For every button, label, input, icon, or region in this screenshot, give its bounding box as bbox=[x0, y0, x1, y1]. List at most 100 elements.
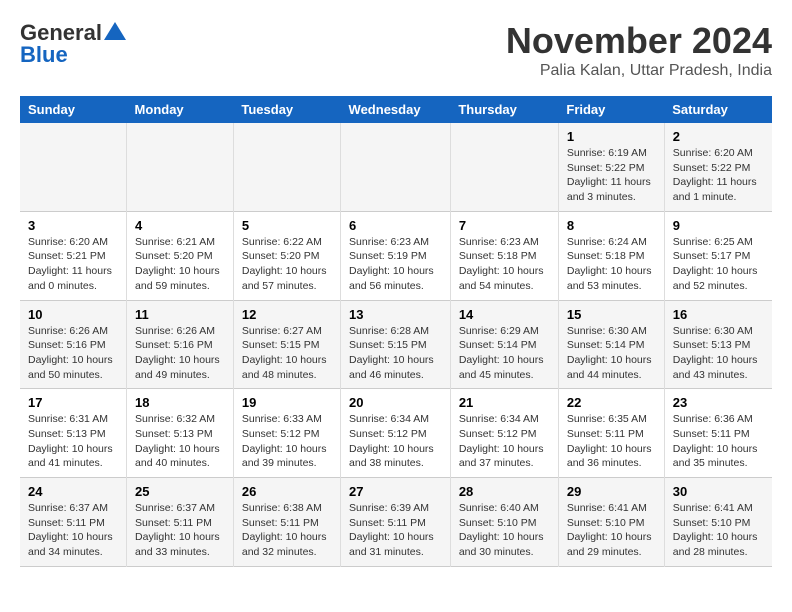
day-number: 12 bbox=[242, 307, 332, 322]
calendar-cell: 16 Sunrise: 6:30 AM Sunset: 5:13 PM Dayli… bbox=[664, 300, 772, 389]
header: General Blue November 2024 Palia Kalan, … bbox=[20, 20, 772, 80]
day-number: 1 bbox=[567, 129, 656, 144]
calendar-cell: 22 Sunrise: 6:35 AM Sunset: 5:11 PM Dayli… bbox=[558, 389, 664, 478]
weekday-header: Friday bbox=[558, 96, 664, 123]
weekday-header: Wednesday bbox=[341, 96, 451, 123]
day-info: Sunrise: 6:30 AM Sunset: 5:14 PM Dayligh… bbox=[567, 325, 652, 381]
day-number: 21 bbox=[459, 395, 550, 410]
day-number: 14 bbox=[459, 307, 550, 322]
logo-icon bbox=[104, 22, 126, 40]
calendar-cell: 29 Sunrise: 6:41 AM Sunset: 5:10 PM Dayli… bbox=[558, 478, 664, 567]
day-number: 27 bbox=[349, 484, 442, 499]
calendar-cell: 30 Sunrise: 6:41 AM Sunset: 5:10 PM Dayli… bbox=[664, 478, 772, 567]
day-number: 16 bbox=[673, 307, 764, 322]
day-number: 24 bbox=[28, 484, 118, 499]
calendar-cell: 21 Sunrise: 6:34 AM Sunset: 5:12 PM Dayli… bbox=[450, 389, 558, 478]
calendar-cell: 10 Sunrise: 6:26 AM Sunset: 5:16 PM Dayli… bbox=[20, 300, 127, 389]
day-number: 11 bbox=[135, 307, 225, 322]
day-info: Sunrise: 6:22 AM Sunset: 5:20 PM Dayligh… bbox=[242, 236, 327, 292]
weekday-header: Monday bbox=[127, 96, 234, 123]
calendar-cell bbox=[127, 123, 234, 211]
calendar-cell: 17 Sunrise: 6:31 AM Sunset: 5:13 PM Dayli… bbox=[20, 389, 127, 478]
day-info: Sunrise: 6:33 AM Sunset: 5:12 PM Dayligh… bbox=[242, 413, 327, 469]
day-number: 26 bbox=[242, 484, 332, 499]
title-section: November 2024 Palia Kalan, Uttar Pradesh… bbox=[506, 20, 772, 80]
day-info: Sunrise: 6:39 AM Sunset: 5:11 PM Dayligh… bbox=[349, 502, 434, 558]
day-info: Sunrise: 6:19 AM Sunset: 5:22 PM Dayligh… bbox=[567, 147, 651, 203]
calendar-cell bbox=[341, 123, 451, 211]
day-info: Sunrise: 6:25 AM Sunset: 5:17 PM Dayligh… bbox=[673, 236, 758, 292]
day-number: 3 bbox=[28, 218, 118, 233]
calendar-cell: 11 Sunrise: 6:26 AM Sunset: 5:16 PM Dayli… bbox=[127, 300, 234, 389]
day-info: Sunrise: 6:34 AM Sunset: 5:12 PM Dayligh… bbox=[459, 413, 544, 469]
day-number: 22 bbox=[567, 395, 656, 410]
day-info: Sunrise: 6:30 AM Sunset: 5:13 PM Dayligh… bbox=[673, 325, 758, 381]
day-info: Sunrise: 6:20 AM Sunset: 5:22 PM Dayligh… bbox=[673, 147, 757, 203]
logo: General Blue bbox=[20, 20, 126, 68]
calendar-cell: 8Sunrise: 6:24 AM Sunset: 5:18 PM Daylig… bbox=[558, 211, 664, 300]
weekday-header: Saturday bbox=[664, 96, 772, 123]
day-number: 29 bbox=[567, 484, 656, 499]
day-number: 8 bbox=[567, 218, 656, 233]
calendar-cell: 4 Sunrise: 6:21 AM Sunset: 5:20 PM Daylig… bbox=[127, 211, 234, 300]
weekday-header: Sunday bbox=[20, 96, 127, 123]
day-number: 5 bbox=[242, 218, 332, 233]
day-info: Sunrise: 6:41 AM Sunset: 5:10 PM Dayligh… bbox=[567, 502, 652, 558]
day-number: 25 bbox=[135, 484, 225, 499]
day-number: 2 bbox=[673, 129, 764, 144]
day-info: Sunrise: 6:27 AM Sunset: 5:15 PM Dayligh… bbox=[242, 325, 327, 381]
day-info: Sunrise: 6:21 AM Sunset: 5:20 PM Dayligh… bbox=[135, 236, 220, 292]
weekday-header: Tuesday bbox=[233, 96, 340, 123]
day-info: Sunrise: 6:41 AM Sunset: 5:10 PM Dayligh… bbox=[673, 502, 758, 558]
day-number: 30 bbox=[673, 484, 764, 499]
day-number: 7 bbox=[459, 218, 550, 233]
calendar-cell: 6Sunrise: 6:23 AM Sunset: 5:19 PM Daylig… bbox=[341, 211, 451, 300]
day-info: Sunrise: 6:23 AM Sunset: 5:19 PM Dayligh… bbox=[349, 236, 434, 292]
calendar-cell: 3 Sunrise: 6:20 AM Sunset: 5:21 PM Daylig… bbox=[20, 211, 127, 300]
calendar-cell: 20 Sunrise: 6:34 AM Sunset: 5:12 PM Dayli… bbox=[341, 389, 451, 478]
calendar-week-row: 17 Sunrise: 6:31 AM Sunset: 5:13 PM Dayli… bbox=[20, 389, 772, 478]
calendar-cell: 24 Sunrise: 6:37 AM Sunset: 5:11 PM Dayli… bbox=[20, 478, 127, 567]
calendar-cell: 27 Sunrise: 6:39 AM Sunset: 5:11 PM Dayli… bbox=[341, 478, 451, 567]
calendar-cell: 25Sunrise: 6:37 AM Sunset: 5:11 PM Dayli… bbox=[127, 478, 234, 567]
day-number: 9 bbox=[673, 218, 764, 233]
day-info: Sunrise: 6:29 AM Sunset: 5:14 PM Dayligh… bbox=[459, 325, 544, 381]
day-info: Sunrise: 6:31 AM Sunset: 5:13 PM Dayligh… bbox=[28, 413, 113, 469]
calendar-cell: 7 Sunrise: 6:23 AM Sunset: 5:18 PM Daylig… bbox=[450, 211, 558, 300]
day-info: Sunrise: 6:35 AM Sunset: 5:11 PM Dayligh… bbox=[567, 413, 652, 469]
calendar-header-row: SundayMondayTuesdayWednesdayThursdayFrid… bbox=[20, 96, 772, 123]
day-number: 17 bbox=[28, 395, 118, 410]
calendar-table: SundayMondayTuesdayWednesdayThursdayFrid… bbox=[20, 96, 772, 567]
day-number: 28 bbox=[459, 484, 550, 499]
day-info: Sunrise: 6:26 AM Sunset: 5:16 PM Dayligh… bbox=[28, 325, 113, 381]
calendar-cell: 12 Sunrise: 6:27 AM Sunset: 5:15 PM Dayli… bbox=[233, 300, 340, 389]
day-info: Sunrise: 6:37 AM Sunset: 5:11 PM Dayligh… bbox=[28, 502, 113, 558]
location-title: Palia Kalan, Uttar Pradesh, India bbox=[506, 62, 772, 80]
day-number: 10 bbox=[28, 307, 118, 322]
day-number: 20 bbox=[349, 395, 442, 410]
calendar-cell: 13 Sunrise: 6:28 AM Sunset: 5:15 PM Dayli… bbox=[341, 300, 451, 389]
calendar-cell: 23Sunrise: 6:36 AM Sunset: 5:11 PM Dayli… bbox=[664, 389, 772, 478]
day-info: Sunrise: 6:40 AM Sunset: 5:10 PM Dayligh… bbox=[459, 502, 544, 558]
calendar-cell: 19Sunrise: 6:33 AM Sunset: 5:12 PM Dayli… bbox=[233, 389, 340, 478]
day-info: Sunrise: 6:28 AM Sunset: 5:15 PM Dayligh… bbox=[349, 325, 434, 381]
calendar-week-row: 10 Sunrise: 6:26 AM Sunset: 5:16 PM Dayli… bbox=[20, 300, 772, 389]
calendar-cell bbox=[233, 123, 340, 211]
weekday-header: Thursday bbox=[450, 96, 558, 123]
day-number: 15 bbox=[567, 307, 656, 322]
day-number: 4 bbox=[135, 218, 225, 233]
calendar-week-row: 24 Sunrise: 6:37 AM Sunset: 5:11 PM Dayli… bbox=[20, 478, 772, 567]
day-info: Sunrise: 6:20 AM Sunset: 5:21 PM Dayligh… bbox=[28, 236, 112, 292]
day-info: Sunrise: 6:23 AM Sunset: 5:18 PM Dayligh… bbox=[459, 236, 544, 292]
day-info: Sunrise: 6:34 AM Sunset: 5:12 PM Dayligh… bbox=[349, 413, 434, 469]
day-number: 13 bbox=[349, 307, 442, 322]
day-info: Sunrise: 6:38 AM Sunset: 5:11 PM Dayligh… bbox=[242, 502, 327, 558]
calendar-cell: 18Sunrise: 6:32 AM Sunset: 5:13 PM Dayli… bbox=[127, 389, 234, 478]
month-title: November 2024 bbox=[506, 20, 772, 62]
calendar-cell: 2 Sunrise: 6:20 AM Sunset: 5:22 PM Daylig… bbox=[664, 123, 772, 211]
calendar-week-row: 3 Sunrise: 6:20 AM Sunset: 5:21 PM Daylig… bbox=[20, 211, 772, 300]
day-info: Sunrise: 6:26 AM Sunset: 5:16 PM Dayligh… bbox=[135, 325, 220, 381]
calendar-week-row: 1 Sunrise: 6:19 AM Sunset: 5:22 PM Daylig… bbox=[20, 123, 772, 211]
calendar-cell: 14 Sunrise: 6:29 AM Sunset: 5:14 PM Dayli… bbox=[450, 300, 558, 389]
calendar-cell: 9 Sunrise: 6:25 AM Sunset: 5:17 PM Daylig… bbox=[664, 211, 772, 300]
